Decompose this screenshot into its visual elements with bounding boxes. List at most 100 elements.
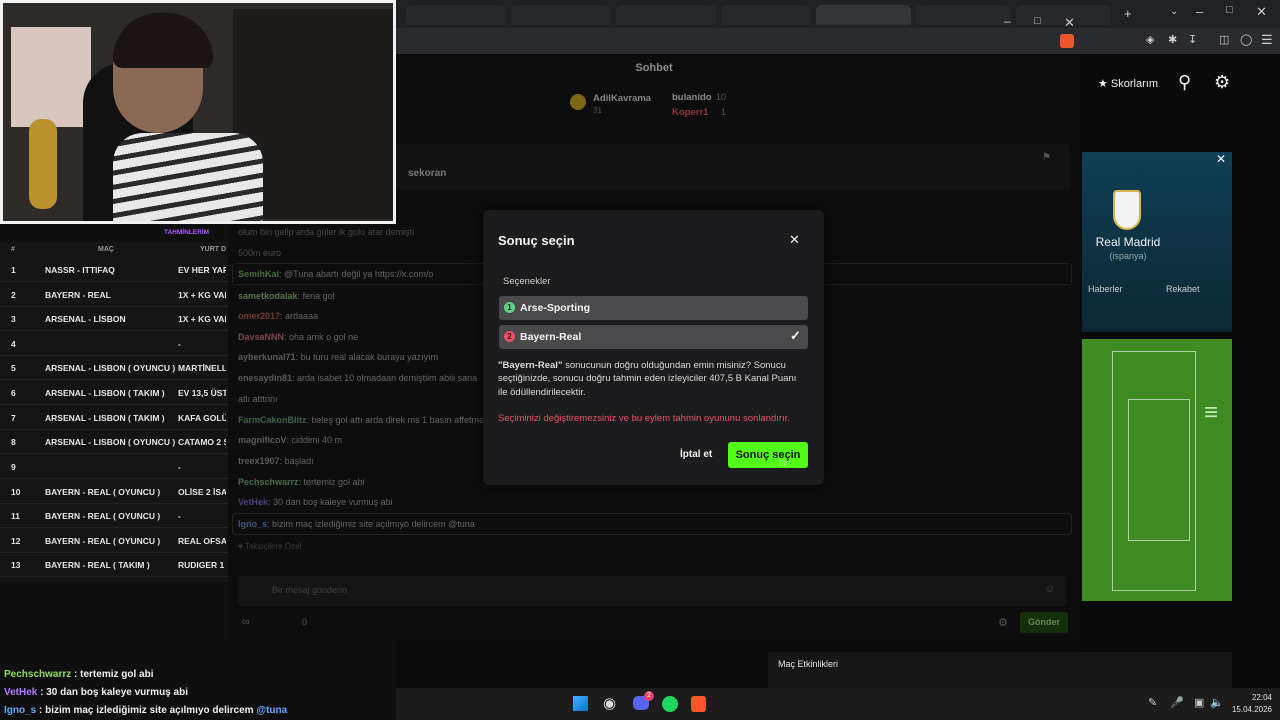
clock-time[interactable]: 22:04: [1238, 693, 1272, 702]
popup-maximize-icon[interactable]: □: [1034, 15, 1041, 27]
row-pick: -: [178, 462, 181, 472]
minimize-icon[interactable]: –: [1196, 4, 1203, 19]
search-icon[interactable]: ⚲: [1178, 72, 1191, 93]
webcam-feed: [0, 0, 396, 224]
settings-icon[interactable]: ⚙: [1214, 72, 1230, 93]
trophy: [29, 119, 57, 209]
popup-minimize-icon[interactable]: –: [1004, 14, 1011, 28]
team-card: ✕ Real Madrid (ispanya) Haberler Rekabet: [1082, 152, 1232, 332]
browser-toolbar: ◈ ✱ ↧ ◫ ◯ ☰: [396, 28, 1280, 54]
row-pick: KAFA GOLÜ: [178, 413, 226, 423]
row-pick: EV HER YAR: [178, 265, 226, 275]
confirm-text-bold: "Bayern-Real": [498, 360, 563, 371]
browser-tab-active[interactable]: [816, 5, 911, 25]
table-row: 1 NASSR - ITTIFAQ EV HER YAR: [0, 257, 228, 282]
pen-icon[interactable]: ✎: [1148, 696, 1157, 709]
team-country: (ispanya): [1109, 251, 1147, 261]
predictions-table: # MAÇ YURT D 1 NASSR - ITTIFAQ EV HER YAR …: [0, 242, 228, 582]
browser-tab[interactable]: [616, 5, 716, 25]
row-pick: -: [178, 339, 181, 349]
browser-tab[interactable]: [511, 5, 611, 25]
puzzle-icon[interactable]: ✱: [1168, 33, 1177, 46]
table-row: 4-: [0, 331, 228, 356]
modal-close-icon[interactable]: ✕: [789, 232, 800, 248]
confirm-result-button[interactable]: Sonuç seçin: [728, 442, 808, 468]
check-icon: ✓: [790, 328, 801, 343]
windows-taskbar: ◉ 2 ✎ 🎤 ▣ 🔈 22:04 15.04.2026: [396, 688, 1280, 720]
microphone-icon[interactable]: 🎤: [1170, 696, 1184, 709]
volume-icon[interactable]: 🔈: [1210, 696, 1224, 709]
poster-image: [11, 27, 91, 127]
streamer-hair: [113, 13, 213, 68]
tab-news[interactable]: Haberler: [1088, 284, 1123, 294]
row-match: NASSR - ITTIFAQ: [45, 265, 115, 275]
obs-icon[interactable]: ◉: [603, 694, 616, 712]
download-icon[interactable]: ↧: [1188, 33, 1197, 46]
overlay-message: Pechschwarrz : tertemiz gol abi: [4, 669, 154, 680]
row-pick: EV 13,5 ÜST: [178, 388, 226, 398]
row-pick: -: [178, 511, 181, 521]
row-number: 11: [11, 511, 20, 521]
match-events-panel: Maç Etkinlikleri: [768, 652, 1232, 688]
new-tab-icon[interactable]: +: [1124, 6, 1132, 21]
row-match: ARSENAL - LİSBON: [45, 314, 126, 324]
row-match: BAYERN - REAL ( OYUNCU ): [45, 487, 161, 497]
menu-icon[interactable]: ☰: [1261, 32, 1273, 48]
row-match: BAYERN - REAL ( OYUNCU ): [45, 511, 161, 521]
stream-chat-overlay: Pechschwarrz : tertemiz gol abi VetHek :…: [0, 668, 396, 720]
popup-close-icon[interactable]: ✕: [1064, 15, 1075, 31]
match-events-label: Maç Etkinlikleri: [778, 659, 839, 669]
discord-badge: 2: [644, 691, 654, 701]
watermark-logo-icon: ≡: [1204, 399, 1219, 426]
tab-search-icon[interactable]: ⌄: [1170, 6, 1178, 17]
cancel-button[interactable]: İptal et: [680, 449, 712, 460]
table-row: 5 ARSENAL - LISBON ( OYUNCU ) MARTİNELL: [0, 355, 228, 380]
spotify-icon[interactable]: [662, 696, 678, 712]
option-arse-sporting[interactable]: 1 Arse-Sporting: [499, 296, 808, 320]
row-pick: 1X + KG VAR: [178, 314, 226, 324]
option-number-badge: 2: [504, 331, 515, 342]
sidebar-icon[interactable]: ◫: [1219, 33, 1229, 46]
close-icon[interactable]: ✕: [1256, 4, 1267, 20]
row-number: 8: [11, 437, 16, 447]
option-bayern-real[interactable]: 2 Bayern-Real ✓: [499, 325, 808, 349]
table-row: 2 BAYERN - REAL 1X + KG VAR: [0, 282, 228, 307]
table-row: 10 BAYERN - REAL ( OYUNCU ) OLİSE 2 İSA: [0, 479, 228, 504]
browser-tabbar: + ⌄ – □ ✕: [396, 0, 1280, 28]
col-header-match: MAÇ: [98, 246, 114, 253]
mouse-cursor-icon: ☞: [779, 456, 790, 470]
start-icon[interactable]: [573, 696, 588, 711]
browser-tab[interactable]: [406, 5, 506, 25]
option-label: Arse-Sporting: [520, 302, 591, 314]
option-label: Bayern-Real: [520, 331, 582, 343]
row-number: 6: [11, 388, 16, 398]
table-row: 3 ARSENAL - LİSBON 1X + KG VAR: [0, 306, 228, 331]
browser-tab[interactable]: [721, 5, 811, 25]
extension-icon[interactable]: ◈: [1146, 33, 1154, 46]
vpn-icon[interactable]: ◯: [1240, 33, 1252, 46]
row-number: 13: [11, 560, 21, 570]
row-number: 1: [11, 265, 16, 275]
penalty-box: [1128, 399, 1190, 541]
card-close-icon[interactable]: ✕: [1216, 152, 1226, 166]
scores-link[interactable]: ★ Skorlarım: [1098, 77, 1158, 90]
row-match: ARSENAL - LISBON ( OYUNCU ): [45, 363, 176, 373]
brave-icon[interactable]: [691, 696, 706, 712]
row-number: 10: [11, 487, 21, 497]
tab-rivalry[interactable]: Rekabet: [1166, 284, 1200, 294]
options-label: Seçenekler: [503, 276, 551, 287]
overlay-message: Igno_s : bizim maç izlediğimiz site açıl…: [4, 705, 288, 716]
brave-shield-icon[interactable]: [1060, 34, 1074, 48]
maximize-icon[interactable]: □: [1226, 4, 1233, 16]
row-number: 4: [11, 339, 16, 349]
network-icon[interactable]: ▣: [1194, 696, 1204, 709]
row-match: ARSENAL - LISBON ( OYUNCU ): [45, 437, 176, 447]
clock-date[interactable]: 15.04.2026: [1224, 705, 1272, 714]
table-row: 12 BAYERN - REAL ( OYUNCU ) REAL OFSAY: [0, 528, 228, 553]
browser-tab[interactable]: [916, 5, 1011, 25]
row-number: 9: [11, 462, 16, 472]
row-pick: CATAMO 2 S: [178, 437, 226, 447]
row-match: BAYERN - REAL ( OYUNCU ): [45, 536, 161, 546]
col-header-number: #: [11, 246, 15, 253]
row-pick: 1X + KG VAR: [178, 290, 226, 300]
